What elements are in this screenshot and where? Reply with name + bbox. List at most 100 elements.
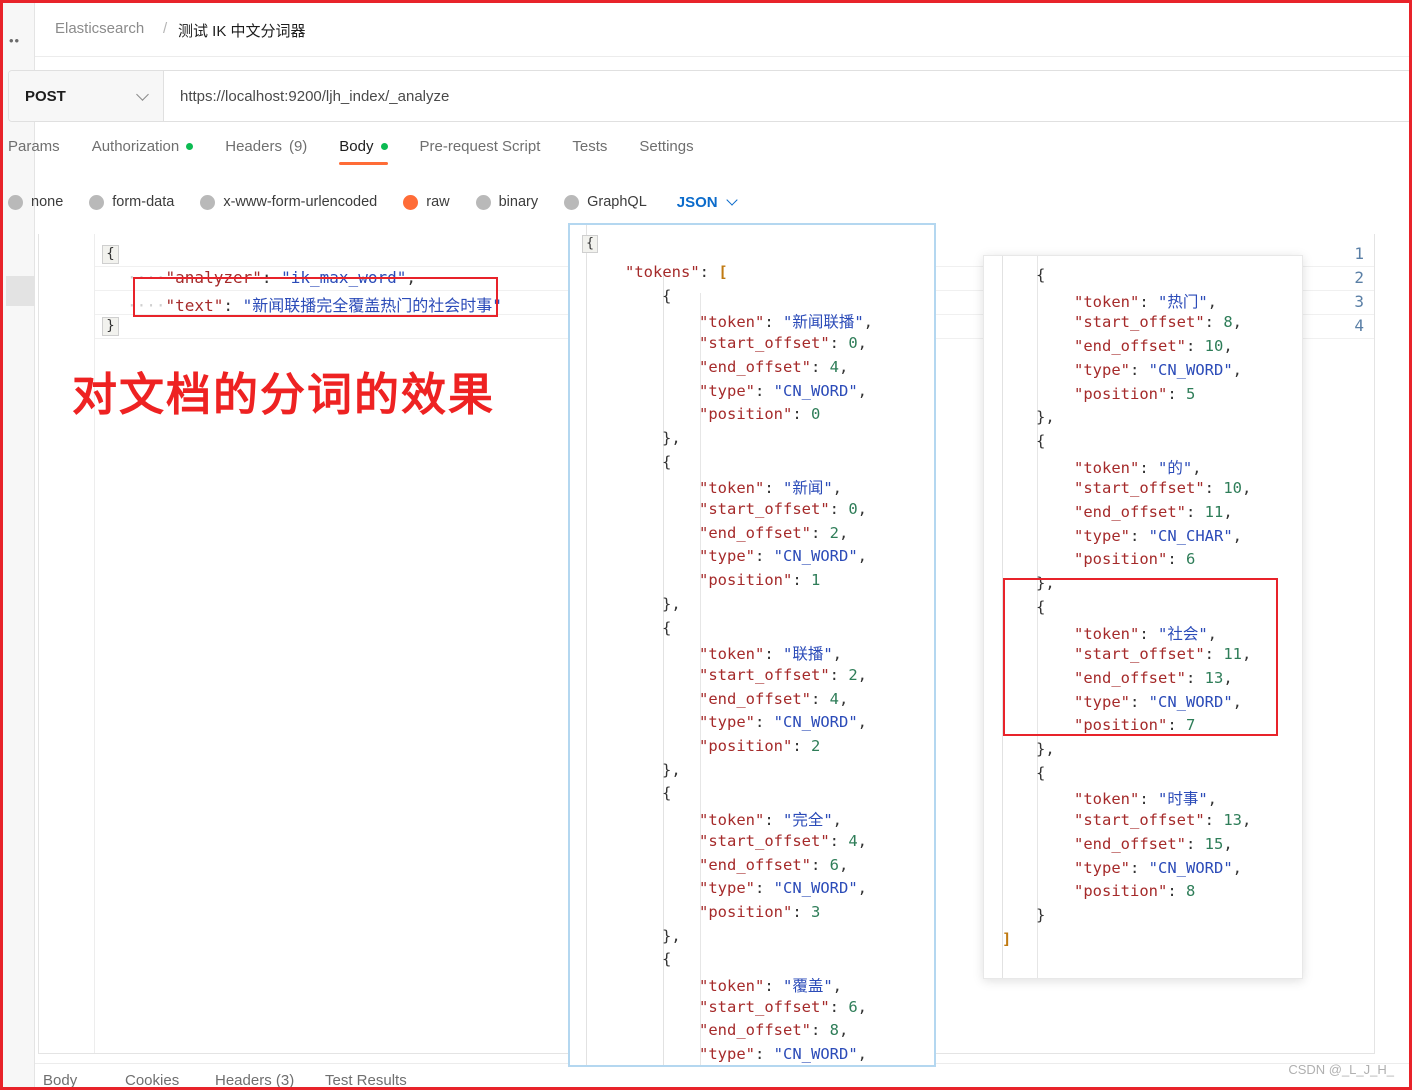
- body-type-binary[interactable]: binary: [475, 194, 538, 210]
- tab-pre-request-script[interactable]: Pre-request Script: [420, 138, 541, 165]
- tab-params[interactable]: Params: [8, 138, 60, 165]
- body-type-graphql[interactable]: GraphQL: [564, 194, 647, 210]
- json-field-type: "type": "CN_WORD",: [699, 1045, 867, 1063]
- json-colon: :: [829, 997, 849, 1016]
- json-value: "CN_CHAR": [1148, 526, 1233, 545]
- json-field-end-offset: "end_offset": 15,: [1074, 835, 1233, 853]
- json-comma: ,: [1207, 790, 1218, 809]
- http-method-select[interactable]: POST: [9, 71, 164, 121]
- json-object-open: {: [1036, 432, 1045, 450]
- json-colon: :: [755, 713, 774, 732]
- code-fold-marker[interactable]: }: [102, 317, 119, 336]
- json-brace: }: [1036, 905, 1046, 924]
- tab-label: Tests: [572, 138, 608, 155]
- code-line: ····"analyzer": "ik_max_word",: [127, 268, 416, 287]
- code-fold-marker[interactable]: {: [102, 245, 119, 264]
- json-comma: ,: [857, 713, 868, 732]
- json-key: "token": [699, 977, 765, 995]
- request-tabs: Params Authorization Headers (9) Body Pre-req…: [8, 138, 726, 174]
- json-value: 0: [811, 405, 821, 424]
- json-colon: :: [1139, 624, 1158, 643]
- json-key: "start_offset": [1074, 811, 1205, 830]
- json-field-token: "token": "覆盖",: [699, 974, 842, 996]
- json-colon: :: [1130, 858, 1149, 877]
- json-colon: :: [1139, 790, 1158, 809]
- tab-label: Body: [339, 138, 374, 155]
- json-comma: ,: [1223, 834, 1233, 853]
- json-key: "position": [1074, 384, 1168, 403]
- tab-label: Headers: [225, 138, 282, 155]
- json-key: "type": [1074, 526, 1130, 545]
- editor-gutter: [39, 234, 95, 1053]
- json-colon: :: [829, 334, 849, 353]
- json-value: 6: [848, 997, 858, 1016]
- body-type-label: form-data: [112, 194, 175, 210]
- json-field-type: "type": "CN_WORD",: [1074, 693, 1242, 711]
- body-type-raw[interactable]: raw: [403, 194, 450, 210]
- body-type-label: raw: [426, 194, 450, 210]
- bottom-tab-test-results[interactable]: Test Results: [325, 1072, 407, 1089]
- json-comma: ,: [832, 811, 843, 830]
- json-colon: :: [764, 313, 783, 332]
- json-key: "end_offset": [699, 1021, 811, 1040]
- json-object-close: },: [662, 595, 681, 613]
- status-dot-icon: [186, 143, 194, 150]
- json-brace: {: [1036, 266, 1046, 284]
- line-number: 3: [1354, 292, 1364, 311]
- radio-icon[interactable]: [89, 194, 105, 210]
- breadcrumb-leaf[interactable]: 测试 IK 中文分词器: [178, 20, 306, 41]
- tab-headers[interactable]: Headers (9): [225, 138, 307, 165]
- radio-icon[interactable]: [475, 194, 491, 210]
- json-comma: ,: [1232, 692, 1243, 711]
- json-key: "end_offset": [699, 689, 811, 708]
- json-field-start-offset: "start_offset": 4,: [699, 832, 867, 850]
- bottom-tab-headers-3-[interactable]: Headers (3): [215, 1072, 294, 1089]
- json-colon: :: [1167, 882, 1186, 901]
- tab-label: Settings: [639, 138, 694, 155]
- radio-icon[interactable]: [200, 194, 216, 210]
- radio-icon[interactable]: [403, 194, 419, 210]
- json-comma: ,: [857, 831, 868, 850]
- json-comma: ,: [857, 500, 868, 518]
- json-field-start-offset: "start_offset": 11,: [1074, 645, 1251, 663]
- json-brace: },: [662, 594, 681, 613]
- json-field-end-offset: "end_offset": 6,: [699, 856, 848, 874]
- response-panel-primary[interactable]: {"tokens": [{"token": "新闻联播", "start_offs…: [568, 223, 936, 1067]
- json-colon: :: [755, 547, 774, 566]
- json-field-type: "type": "CN_WORD",: [1074, 859, 1242, 877]
- json-field-type: "type": "CN_WORD",: [699, 382, 867, 400]
- json-comma: ,: [1232, 313, 1243, 332]
- body-type-x-www-form-urlencoded[interactable]: x-www-form-urlencoded: [200, 194, 377, 210]
- body-type-none[interactable]: none: [8, 194, 63, 210]
- tab-tests[interactable]: Tests: [572, 138, 607, 165]
- response-panel-secondary[interactable]: {"token": "热门", "start_offset": 8, "end_of…: [983, 255, 1303, 979]
- radio-icon[interactable]: [8, 194, 23, 210]
- json-brace: {: [662, 452, 672, 471]
- code-fold-marker[interactable]: {: [582, 235, 598, 253]
- bottom-tab-body[interactable]: Body: [43, 1072, 77, 1089]
- tab-authorization[interactable]: Authorization: [92, 138, 194, 165]
- body-type-form-data[interactable]: form-data: [89, 194, 174, 210]
- more-options-icon[interactable]: ••: [9, 33, 20, 48]
- radio-icon[interactable]: [564, 194, 580, 210]
- json-object-open: {: [662, 287, 671, 305]
- json-colon: :: [1139, 292, 1158, 311]
- body-format-select[interactable]: JSON: [677, 194, 738, 211]
- breadcrumb-root[interactable]: Elasticsearch: [55, 20, 144, 37]
- line-number: 1: [1354, 244, 1364, 263]
- json-field-type: "type": "CN_WORD",: [699, 879, 867, 897]
- request-url-input[interactable]: https://localhost:9200/ljh_index/_analyz…: [164, 71, 1411, 121]
- json-colon: :: [810, 523, 830, 542]
- json-key: "position": [699, 737, 793, 755]
- bottom-tab-cookies[interactable]: Cookies: [125, 1072, 179, 1089]
- json-colon: :: [1204, 313, 1224, 332]
- rail-selected-chip[interactable]: [6, 276, 35, 306]
- tab-body[interactable]: Body: [339, 138, 388, 165]
- tab-settings[interactable]: Settings: [639, 138, 693, 165]
- json-field-end-offset: "end_offset": 11,: [1074, 503, 1233, 521]
- json-value: "CN_WORD": [773, 547, 858, 566]
- code-line: ····"text": "新闻联播完全覆盖热门的社会时事": [127, 292, 502, 316]
- json-colon: :: [829, 500, 849, 518]
- indent-guide: [1002, 256, 1003, 978]
- json-field-position: "position": 0: [699, 405, 820, 423]
